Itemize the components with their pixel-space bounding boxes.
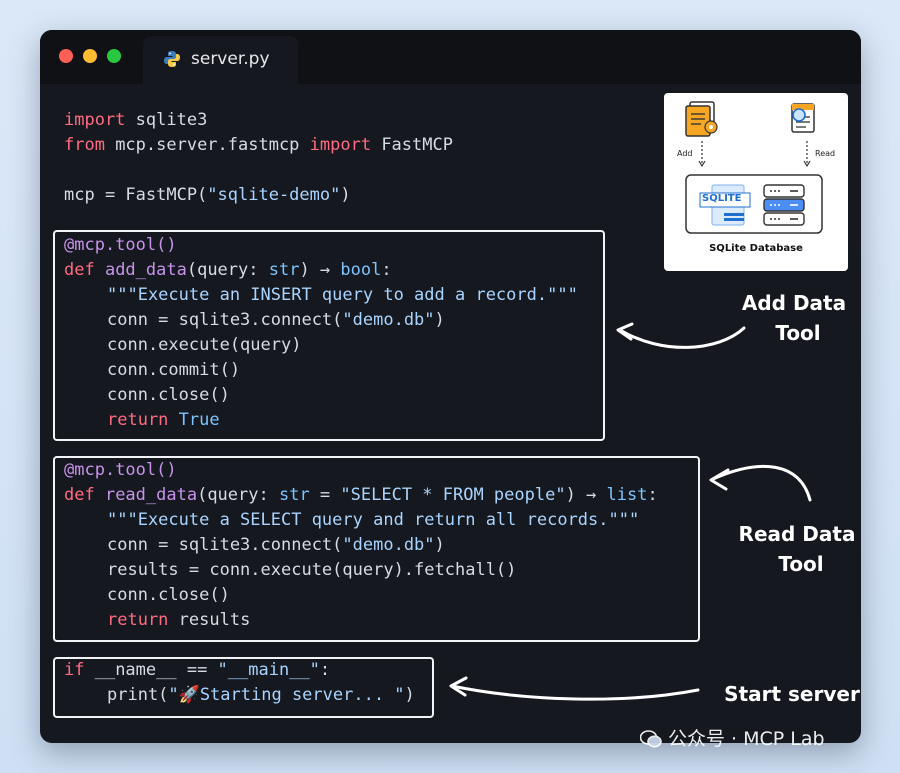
code-text: sqlite3: [125, 110, 208, 130]
keyword: import: [64, 110, 126, 130]
annotation-line: Add Data: [741, 291, 847, 315]
watermark: 公众号 · MCP Lab: [639, 724, 825, 751]
keyword: from: [64, 135, 105, 155]
minimize-window-button[interactable]: [83, 49, 97, 63]
add-data-highlight-box: [53, 230, 605, 441]
annotation-line: Tool: [778, 552, 824, 576]
code-text: mcp = FastMCP(: [64, 185, 208, 205]
annotation-line: Tool: [775, 321, 821, 345]
python-icon: [164, 51, 180, 67]
read-label: Read: [815, 149, 836, 158]
main-block-highlight-box: [53, 657, 434, 718]
code-line-mcp-init: mcp = FastMCP("sqlite-demo"): [64, 183, 351, 208]
add-label: Add: [677, 149, 693, 158]
tab-server-py[interactable]: server.py: [143, 36, 298, 84]
read-data-highlight-box: [53, 456, 700, 642]
code-line-import-fastmcp: from mcp.server.fastmcp import FastMCP: [64, 133, 453, 158]
maximize-window-button[interactable]: [107, 49, 121, 63]
code-text: FastMCP: [371, 135, 453, 155]
db-caption: SQLite Database: [709, 243, 803, 254]
add-document-icon: [685, 101, 718, 137]
read-data-annotation: Read Data Tool: [733, 519, 861, 579]
string-literal: "sqlite-demo": [207, 185, 341, 205]
read-document-icon: [791, 103, 815, 133]
sqlite-label: SQLITE: [702, 193, 742, 204]
close-window-button[interactable]: [59, 49, 73, 63]
add-data-annotation: Add Data Tool: [730, 288, 858, 348]
code-text: mcp.server.fastmcp: [104, 135, 310, 155]
watermark-text: 公众号 · MCP Lab: [668, 728, 825, 750]
server-stack-icon: [763, 184, 805, 226]
annotation-line: Read Data: [738, 522, 856, 546]
keyword: import: [309, 135, 372, 155]
sqlite-diagram: Add Read SQLITE SQLite Database: [664, 93, 848, 271]
start-server-annotation: Start server: [724, 682, 860, 706]
title-bar: server.py: [40, 30, 861, 84]
wechat-icon: [639, 730, 662, 748]
code-text: ): [340, 185, 351, 205]
tab-label: server.py: [191, 49, 270, 69]
code-line-import-sqlite: import sqlite3: [64, 108, 207, 133]
